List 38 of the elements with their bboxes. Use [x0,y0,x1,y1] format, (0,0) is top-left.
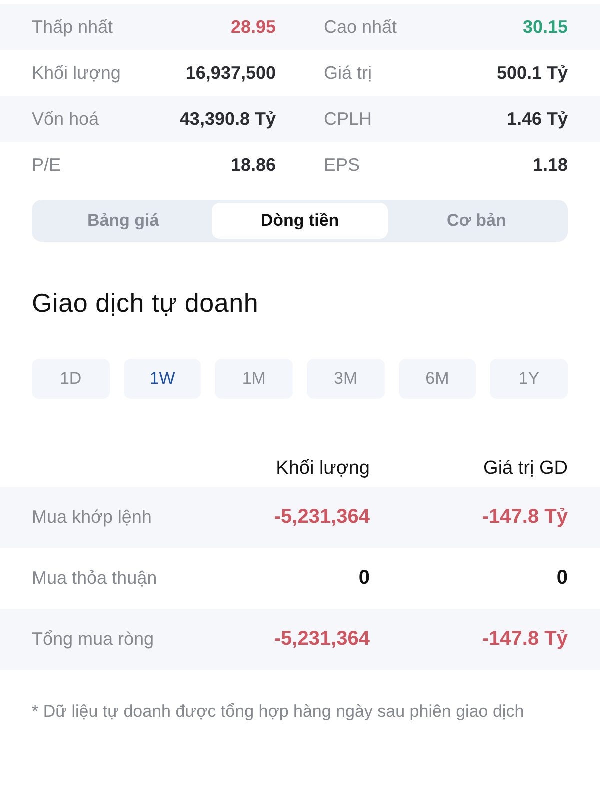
period-button[interactable]: 3M [306,359,385,399]
stat-label: P/E [32,154,62,176]
stat-label: Thấp nhất [32,16,114,38]
stat-label: EPS [324,154,360,176]
stat-value: 28.95 [230,16,276,38]
row-label: Tổng mua ròng [32,629,156,650]
tab[interactable]: Cơ bản [388,203,566,239]
stat-value: 16,937,500 [186,62,276,84]
stat-label: Giá trị [324,62,372,84]
table-cell-text: 0 [556,567,568,590]
table-cell-text: -5,231,364 [273,628,370,651]
tab[interactable]: Dòng tiền [212,203,388,239]
period-button[interactable]: 6M [398,359,476,399]
stat-value: 43,390.8 Tỷ [180,108,276,130]
stat-value: 500.1 Tỷ [496,62,568,84]
table-cell-text: 0 [358,567,370,590]
stat-label: Vốn hoá [32,108,100,130]
stat-label: Khối lượng [32,62,121,84]
period-button[interactable]: 1M [215,359,293,399]
row-label: Mua thỏa thuận [32,568,158,589]
footnote: * Dữ liệu tự doanh được tổng hợp hàng ngày sau phiên giao dịch [32,701,526,723]
stat-value: 1.46 Tỷ [506,108,568,130]
tab[interactable]: Bảng giá [35,203,212,239]
table-cell-text: -5,231,364 [273,506,370,529]
column-header: Khối lượng [275,458,370,480]
period-button[interactable]: 1D [32,359,110,399]
period-button[interactable]: 1Y [490,359,568,399]
stat-value: 18.86 [230,154,276,176]
section-title: Giao dịch tự doanh [32,288,260,319]
column-header: Giá trị GD [482,458,568,480]
stat-value: 30.15 [522,16,568,38]
table-cell-text: -147.8 Tỷ [481,628,568,651]
stat-value: 1.18 [532,154,568,176]
period-button[interactable]: 1W [124,359,202,399]
row-label: Mua khớp lệnh [32,507,153,528]
table-cell-text: -147.8 Tỷ [481,506,568,529]
stat-label: CPLH [324,108,372,130]
stat-label: Cao nhất [324,16,398,38]
